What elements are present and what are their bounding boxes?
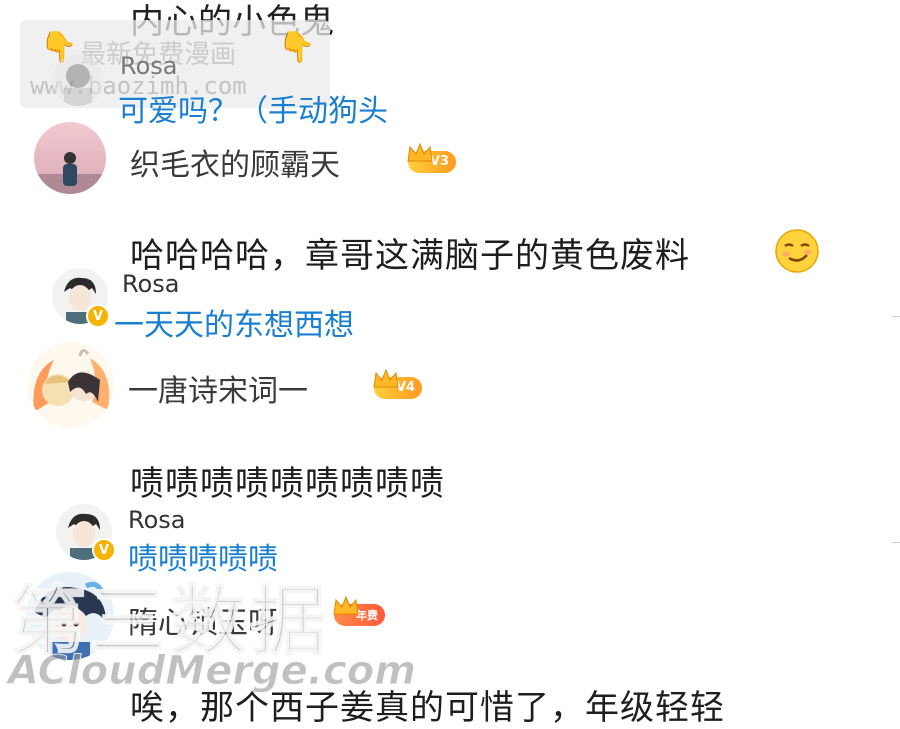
verified-badge-icon: V <box>86 304 110 328</box>
crown-icon <box>333 595 359 615</box>
crown-icon <box>373 368 399 387</box>
comment-text: 哈哈哈哈，章哥这满脑子的黄色废料 <box>130 236 690 276</box>
vip-level-badge: V4 <box>373 368 423 399</box>
verified-badge-icon: V <box>92 538 116 562</box>
vip-level-badge: V3 <box>407 142 457 173</box>
comment-text: 啧啧啧啧啧啧啧啧啧 <box>130 464 445 504</box>
user-avatar[interactable] <box>28 342 114 428</box>
comment-username[interactable]: 一唐诗宋词一 <box>128 366 308 410</box>
reply-text: 一天天的东想西想 <box>114 308 354 343</box>
vip-annual-badge: 年费 <box>333 595 385 626</box>
divider-mark <box>892 316 900 317</box>
reply-avatar[interactable] <box>52 54 104 106</box>
user-avatar[interactable] <box>34 122 106 194</box>
comment-username[interactable]: 织毛衣的顾霸天 <box>130 140 340 184</box>
reply-author-name[interactable]: Rosa <box>122 270 180 298</box>
divider-mark <box>892 542 900 543</box>
reply-author-name[interactable]: Rosa <box>128 506 186 534</box>
pointing-hand-icon: 👇 <box>278 30 316 65</box>
watermark-site-text: ACloudMerge.com <box>8 648 417 695</box>
crown-icon <box>407 142 433 161</box>
reply-author-name[interactable]: Rosa <box>120 52 178 80</box>
smirk-emoji-icon <box>774 228 820 274</box>
reply-text: 可爱吗？（手动狗头 <box>118 94 388 129</box>
